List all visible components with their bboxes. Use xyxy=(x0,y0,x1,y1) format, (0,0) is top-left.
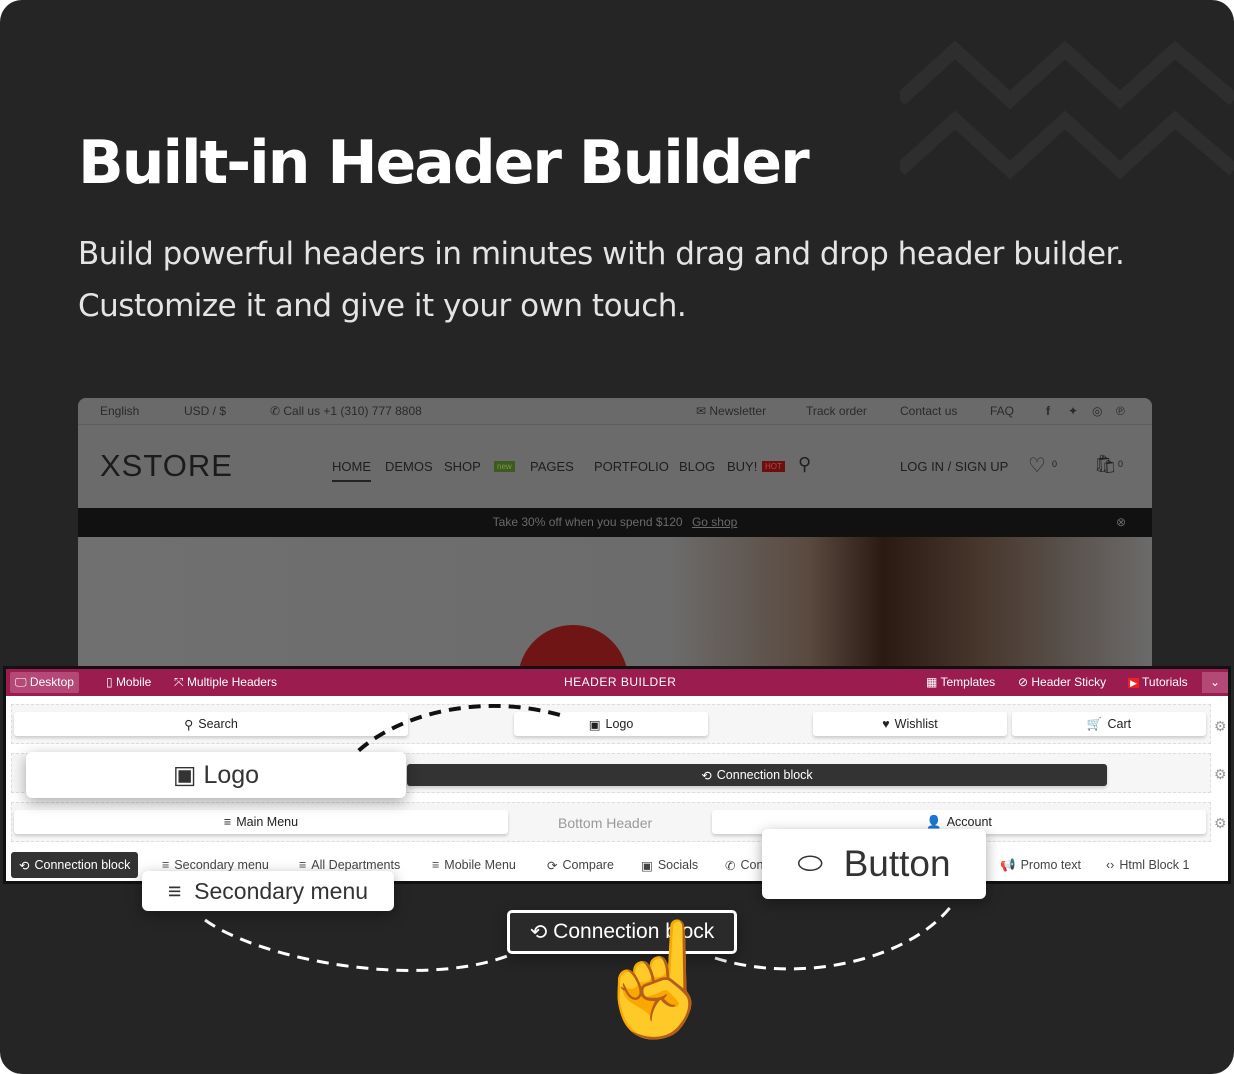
floating-button-label: Button xyxy=(843,843,951,884)
menu-icon: ≡ xyxy=(167,877,182,904)
image-icon: ▣ xyxy=(172,761,197,789)
floating-secondary-menu[interactable]: ≡ Secondary menu xyxy=(142,871,394,911)
connection-icon: ⟲ xyxy=(529,920,548,944)
floating-logo-element[interactable]: ▣ Logo xyxy=(26,752,406,798)
floating-secondary-label: Secondary menu xyxy=(194,877,369,904)
hand-pointer-icon: ☝ xyxy=(588,918,725,1041)
floating-logo-label: Logo xyxy=(203,760,260,789)
floating-button-element[interactable]: ⬭ Button xyxy=(762,829,986,899)
promo-card: Built-in Header Builder Build powerful h… xyxy=(0,0,1234,1074)
eraser-icon: ⬭ xyxy=(797,847,824,880)
